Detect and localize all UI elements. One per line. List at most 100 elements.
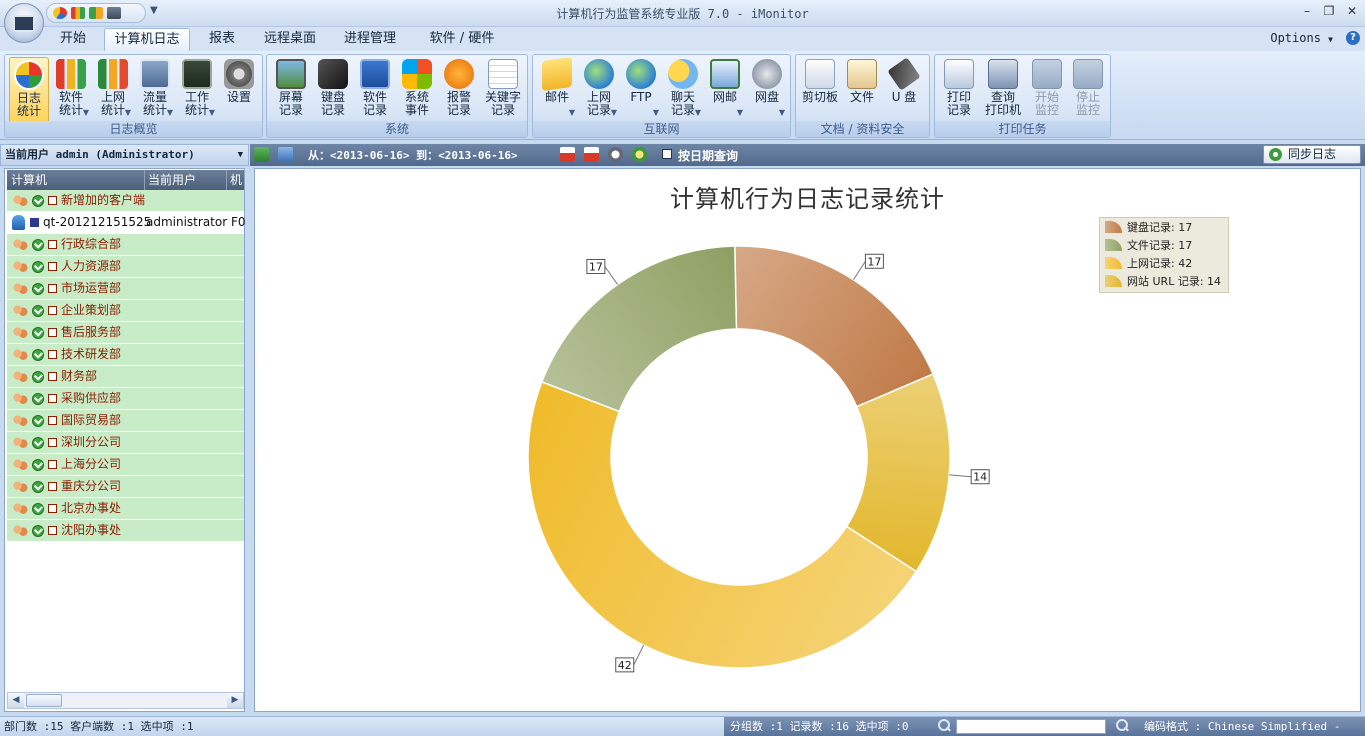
software-stats-button[interactable]: 软件 统计 ▼ bbox=[51, 57, 91, 123]
expand-box-icon[interactable] bbox=[48, 416, 57, 425]
department-row[interactable]: 上海分公司 bbox=[7, 454, 244, 476]
screen-record-button[interactable]: 屏幕 记录 bbox=[271, 57, 311, 123]
expand-box-icon[interactable] bbox=[48, 372, 57, 381]
log-stats-button[interactable]: 日志 统计 bbox=[9, 57, 49, 123]
chat-record-button[interactable]: 聊天 记录 ▼ bbox=[663, 57, 703, 123]
check-circle-icon[interactable] bbox=[32, 283, 44, 295]
department-row[interactable]: 北京办事处 bbox=[7, 498, 244, 520]
check-circle-icon[interactable] bbox=[32, 305, 44, 317]
check-circle-icon[interactable] bbox=[32, 437, 44, 449]
stop-monitor-button[interactable]: 停止 监控 bbox=[1068, 57, 1108, 123]
clipboard-button[interactable]: 剪切板 bbox=[800, 57, 840, 123]
department-row[interactable]: 市场运营部 bbox=[7, 278, 244, 300]
department-row[interactable]: 沈阳办事处 bbox=[7, 520, 244, 542]
department-row[interactable]: 行政综合部 bbox=[7, 234, 244, 256]
calendar-range-icon[interactable] bbox=[584, 147, 599, 162]
check-circle-icon[interactable] bbox=[32, 371, 44, 383]
chevron-down-icon[interactable]: ▼ bbox=[125, 108, 131, 117]
help-icon[interactable]: ? bbox=[1346, 31, 1360, 45]
tab-remote-desktop[interactable]: 远程桌面 bbox=[254, 28, 326, 51]
column-machine[interactable]: 机 bbox=[226, 170, 242, 190]
scroll-thumb[interactable] bbox=[26, 694, 62, 707]
chevron-down-icon[interactable]: ▼ bbox=[611, 108, 617, 117]
search-input[interactable] bbox=[956, 719, 1106, 734]
pie-slice[interactable] bbox=[540, 245, 738, 413]
search-icon[interactable] bbox=[938, 719, 952, 733]
expand-box-icon[interactable] bbox=[48, 460, 57, 469]
alarm-record-button[interactable]: 报警 记录 bbox=[439, 57, 479, 123]
chevron-down-icon[interactable]: ▼ bbox=[569, 108, 575, 117]
department-row[interactable]: 财务部 bbox=[7, 366, 244, 388]
chevron-down-icon[interactable]: ▼ bbox=[238, 145, 243, 165]
expand-box-icon[interactable] bbox=[48, 482, 57, 491]
expand-box-icon[interactable] bbox=[48, 284, 57, 293]
expand-box-icon[interactable] bbox=[48, 350, 57, 359]
tab-process-management[interactable]: 进程管理 bbox=[334, 28, 406, 51]
department-row[interactable]: 人力资源部 bbox=[7, 256, 244, 278]
export-icon[interactable] bbox=[254, 147, 269, 162]
department-row[interactable]: 新增加的客户端 bbox=[7, 190, 244, 212]
check-circle-icon[interactable] bbox=[32, 415, 44, 427]
chevron-down-icon[interactable]: ▼ bbox=[695, 108, 701, 117]
mail-button[interactable]: 邮件 ▼ bbox=[537, 56, 577, 123]
ftp-button[interactable]: FTP ▼ bbox=[621, 57, 661, 123]
chevron-down-icon[interactable]: ▼ bbox=[209, 108, 215, 117]
chevron-down-icon[interactable]: ▼ bbox=[167, 108, 173, 117]
check-circle-icon[interactable] bbox=[32, 327, 44, 339]
chevron-down-icon[interactable]: ▼ bbox=[653, 108, 659, 117]
department-row[interactable]: 深圳分公司 bbox=[7, 432, 244, 454]
tab-start[interactable]: 开始 bbox=[50, 28, 96, 51]
query-printer-button[interactable]: 查询 打印机 bbox=[981, 57, 1025, 123]
department-row[interactable]: 国际贸易部 bbox=[7, 410, 244, 432]
work-stats-button[interactable]: 工作 统计 ▼ bbox=[177, 57, 217, 123]
chevron-down-icon[interactable]: ▼ bbox=[83, 108, 89, 117]
expand-box-icon[interactable] bbox=[48, 526, 57, 535]
scroll-right-icon[interactable]: ▶ bbox=[227, 693, 243, 708]
web-record-button[interactable]: 上网 记录 ▼ bbox=[579, 57, 619, 123]
current-user-header[interactable]: 当前用户 admin (Administrator) ▼ bbox=[0, 144, 249, 166]
chevron-down-icon[interactable]: ▼ bbox=[737, 108, 743, 117]
netdisk-button[interactable]: 网盘 ▼ bbox=[747, 57, 787, 123]
scroll-left-icon[interactable]: ◀ bbox=[8, 693, 24, 708]
tab-computer-log[interactable]: 计算机日志 bbox=[104, 28, 190, 51]
expand-box-icon[interactable] bbox=[48, 504, 57, 513]
department-row[interactable]: 企业策划部 bbox=[7, 300, 244, 322]
horizontal-scrollbar[interactable]: ◀ ▶ bbox=[7, 692, 244, 709]
sync-log-button[interactable]: 同步日志 bbox=[1263, 145, 1361, 164]
department-row[interactable]: 售后服务部 bbox=[7, 322, 244, 344]
traffic-stats-button[interactable]: 流量 统计 ▼ bbox=[135, 57, 175, 123]
expand-box-icon[interactable] bbox=[48, 306, 57, 315]
image-export-icon[interactable] bbox=[278, 147, 293, 162]
expand-box-icon[interactable] bbox=[48, 262, 57, 271]
webmail-button[interactable]: 网邮 ▼ bbox=[705, 57, 745, 123]
web-stats-button[interactable]: 上网 统计 ▼ bbox=[93, 57, 133, 123]
system-events-button[interactable]: 系统 事件 bbox=[397, 57, 437, 123]
check-circle-icon[interactable] bbox=[32, 481, 44, 493]
department-row[interactable]: 技术研发部 bbox=[7, 344, 244, 366]
minimize-button[interactable]: – bbox=[1298, 4, 1316, 18]
department-row[interactable]: 采购供应部 bbox=[7, 388, 244, 410]
options-menu[interactable]: Options ▼ bbox=[1270, 31, 1333, 45]
refresh-icon[interactable] bbox=[632, 147, 647, 162]
check-circle-icon[interactable] bbox=[32, 525, 44, 537]
print-record-button[interactable]: 打印 记录 bbox=[939, 57, 979, 123]
column-computer[interactable]: 计算机 bbox=[11, 170, 47, 190]
keyboard-record-button[interactable]: 键盘 记录 bbox=[313, 57, 353, 123]
keyword-record-button[interactable]: 关键字 记录 bbox=[481, 57, 525, 123]
expand-box-icon[interactable] bbox=[48, 394, 57, 403]
start-monitor-button[interactable]: 开始 监控 bbox=[1027, 57, 1067, 123]
file-button[interactable]: 文件 bbox=[842, 57, 882, 123]
expand-box-icon[interactable] bbox=[48, 438, 57, 447]
check-circle-icon[interactable] bbox=[32, 459, 44, 471]
check-circle-icon[interactable] bbox=[32, 393, 44, 405]
app-menu-button[interactable] bbox=[4, 3, 44, 43]
clock-icon[interactable] bbox=[608, 147, 623, 162]
department-row[interactable]: 重庆分公司 bbox=[7, 476, 244, 498]
settings-button[interactable]: 设置 bbox=[219, 57, 259, 123]
check-circle-icon[interactable] bbox=[32, 239, 44, 251]
tab-reports[interactable]: 报表 bbox=[198, 28, 246, 51]
check-circle-icon[interactable] bbox=[32, 195, 44, 207]
client-row[interactable]: qt-201212151525 administrator F0 bbox=[7, 212, 246, 234]
close-button[interactable]: ✕ bbox=[1343, 4, 1361, 18]
check-circle-icon[interactable] bbox=[32, 349, 44, 361]
